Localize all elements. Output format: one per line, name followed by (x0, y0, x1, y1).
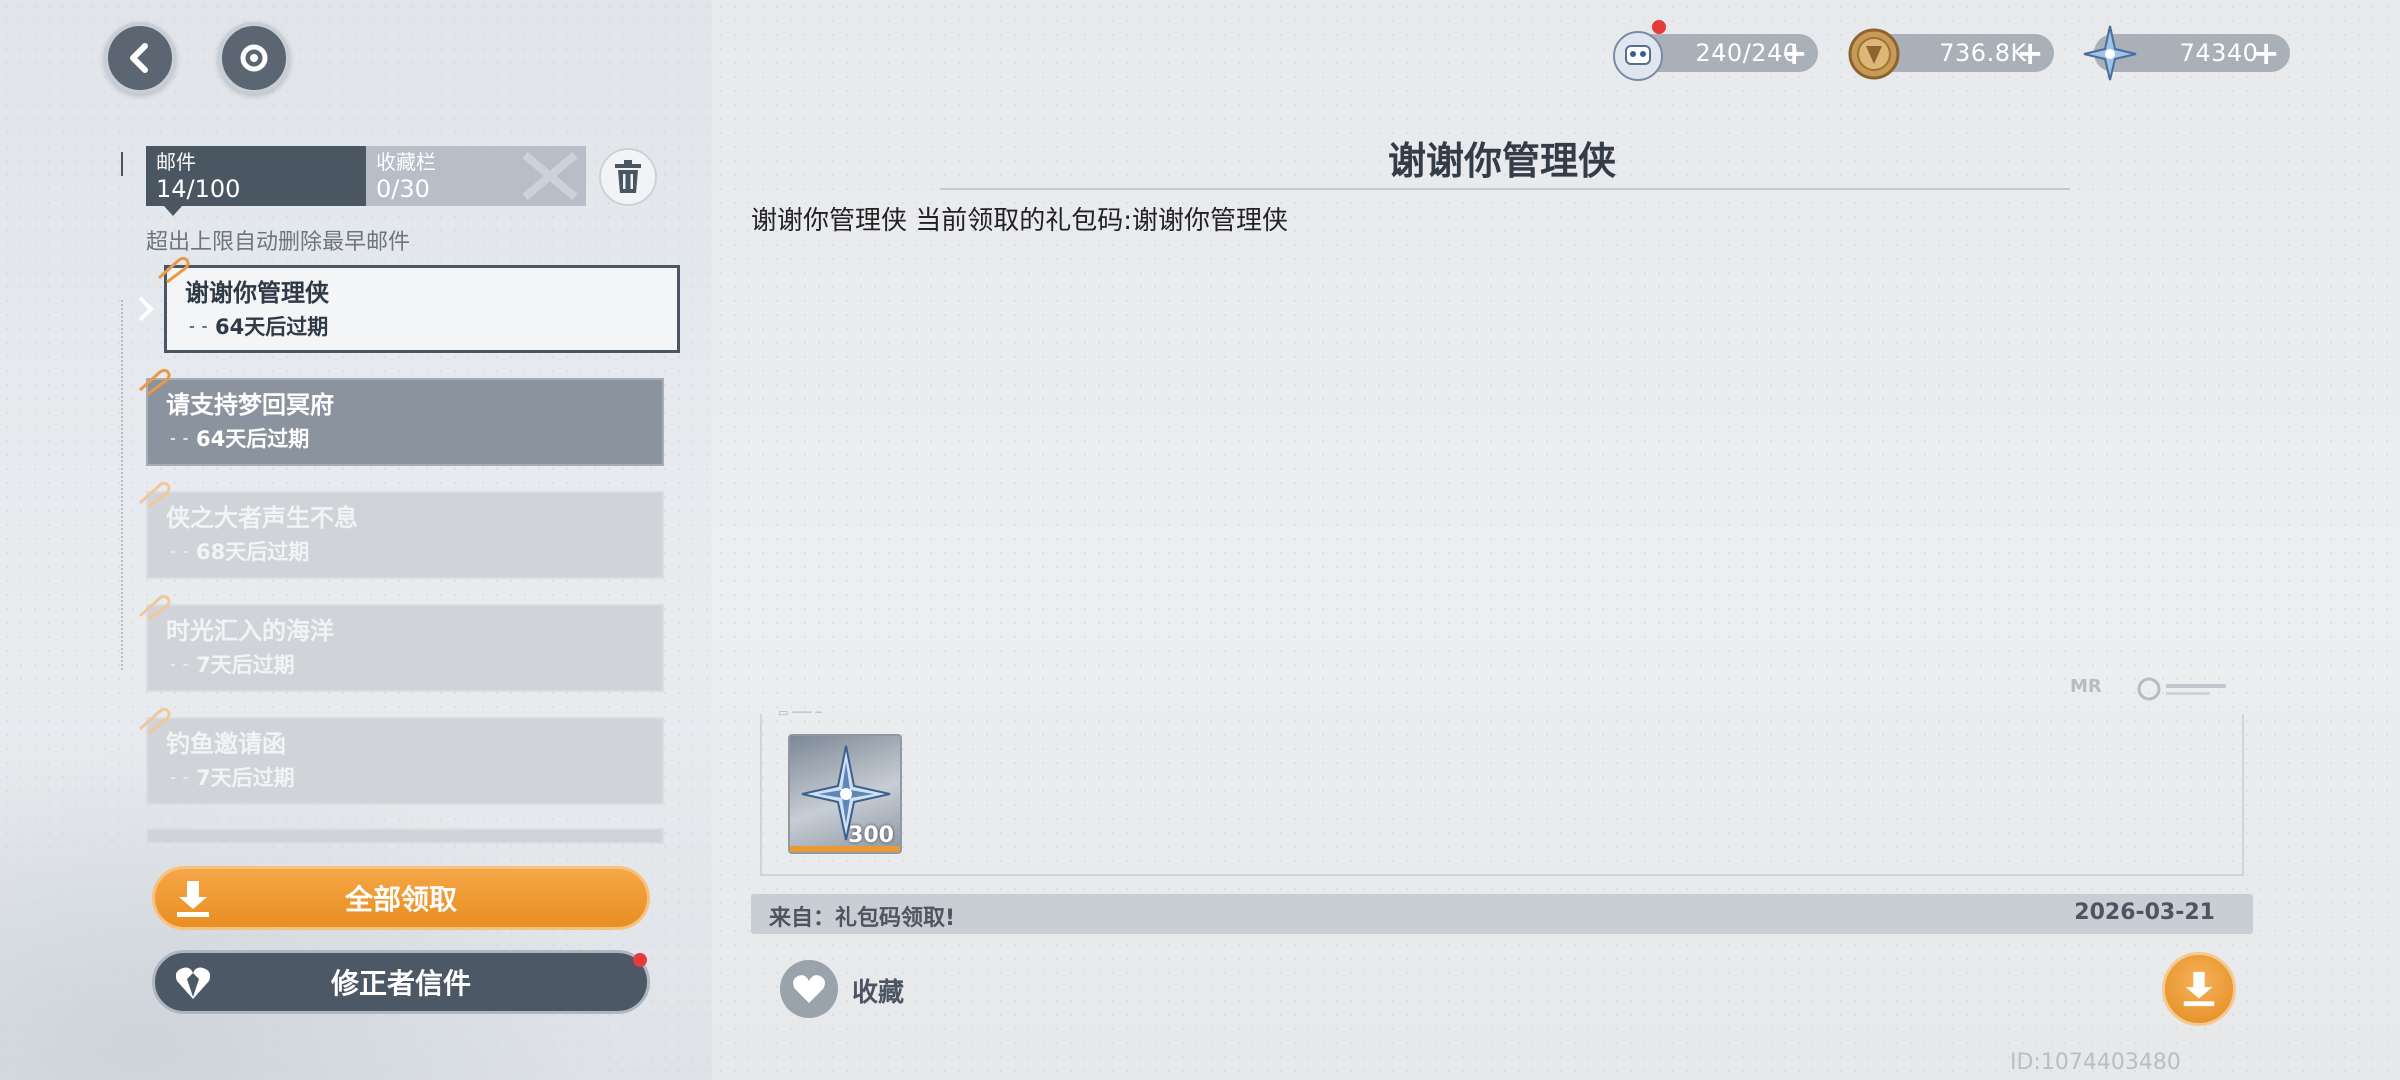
mail-subject: 请支持梦回冥府 (166, 391, 334, 419)
heart-shield-icon (175, 967, 211, 999)
mail-item[interactable]: 谢谢你管理侠 64天后过期 (157, 256, 680, 353)
favorite-label: 收藏 (852, 978, 905, 1008)
add-stamina-button[interactable]: + (1781, 34, 1808, 72)
emblem-icon (522, 151, 578, 201)
sender-text: 来自：礼包码领取! (769, 906, 956, 931)
resource-coin: 736.8K + (1848, 28, 2054, 80)
coin-icon (1848, 28, 1900, 80)
paperclip-icon (157, 256, 190, 284)
player-id: ID:1074403480 (2010, 1050, 2181, 1075)
resource-star-crystal: 74340 + (2083, 25, 2290, 81)
mail-item[interactable]: 时光汇入的海洋 7天后过期 (138, 594, 664, 692)
tab-count: 14/100 (156, 175, 241, 203)
attachment-quantity: 300 (848, 823, 894, 848)
title-divider (940, 188, 2070, 190)
mail-tabs: 邮件 14/100 收藏栏 0/30 (146, 146, 586, 216)
resource-stamina: 240/240 + (1613, 20, 1818, 81)
mail-subject: 钓鱼邀请函 (166, 730, 286, 758)
attachment-item[interactable]: 300 (788, 734, 902, 854)
mail-date: 2026-03-21 (2074, 900, 2215, 925)
mail-item[interactable]: 侠之大者声生不息 68天后过期 (138, 481, 664, 579)
add-crystal-button[interactable]: + (2253, 34, 2280, 72)
download-icon (2183, 971, 2215, 1007)
watermark-logo: MR (2070, 676, 2102, 697)
mail-expiry: 64天后过期 (185, 310, 659, 344)
corrector-letters-button[interactable]: 修正者信件 (152, 950, 650, 1014)
download-icon (177, 881, 209, 917)
capacity-hint: 超出上限自动删除最早邮件 (146, 230, 411, 255)
back-button[interactable] (104, 22, 176, 94)
mail-expiry: 64天后过期 (166, 422, 644, 456)
tab-favorites[interactable]: 收藏栏 0/30 (366, 146, 586, 206)
add-coin-button[interactable]: + (2017, 34, 2044, 72)
paperclip-icon (138, 594, 171, 622)
attachments-panel (760, 714, 2244, 876)
paperclip-icon (138, 481, 171, 509)
mail-body: 谢谢你管理侠 当前领取的礼包码:谢谢你管理侠 (751, 206, 1289, 236)
mail-item[interactable]: 请支持梦回冥府 64天后过期 (138, 368, 664, 466)
notice-dot (633, 953, 647, 967)
tab-label: 邮件 (156, 150, 196, 174)
sender-bar: 来自：礼包码领取! 2026-03-21 (751, 894, 2253, 934)
list-rail (121, 152, 123, 176)
chevron-left-icon (130, 43, 148, 73)
paperclip-icon (138, 368, 171, 396)
attachments-label-icon: ▭ ─── ─ (778, 706, 822, 719)
delete-read-button[interactable] (599, 148, 657, 206)
mail-expiry: 68天后过期 (166, 535, 644, 569)
claim-all-button[interactable]: 全部领取 (152, 866, 650, 930)
mail-item[interactable]: 钓鱼邀请函 7天后过期 (138, 707, 664, 805)
claim-all-label: 全部领取 (344, 883, 457, 916)
paperclip-icon (138, 707, 171, 735)
heart-icon (793, 975, 825, 1003)
mail-subject: 时光汇入的海洋 (166, 617, 334, 645)
mail-subject: 侠之大者声生不息 (166, 504, 358, 532)
mail-title: 谢谢你管理侠 (1387, 139, 1616, 183)
mail-subject: 谢谢你管理侠 (185, 279, 329, 307)
mail-expiry: 7天后过期 (166, 648, 644, 682)
refresh-icon (240, 44, 268, 72)
refresh-button[interactable] (218, 22, 290, 94)
selected-indicator-icon (138, 296, 154, 322)
list-rail-dotted (121, 300, 123, 670)
corrector-letters-label: 修正者信件 (330, 967, 471, 1000)
tab-mail[interactable]: 邮件 14/100 (146, 146, 366, 216)
claim-attachment-button[interactable] (2162, 952, 2236, 1026)
mail-item-partial[interactable] (146, 828, 664, 844)
star-crystal-icon (2083, 25, 2137, 81)
notice-dot (1652, 20, 1666, 34)
favorite-button[interactable] (780, 960, 838, 1018)
trash-icon (615, 160, 641, 193)
mail-expiry: 7天后过期 (166, 761, 644, 795)
studio-logo-icon (2137, 677, 2226, 701)
